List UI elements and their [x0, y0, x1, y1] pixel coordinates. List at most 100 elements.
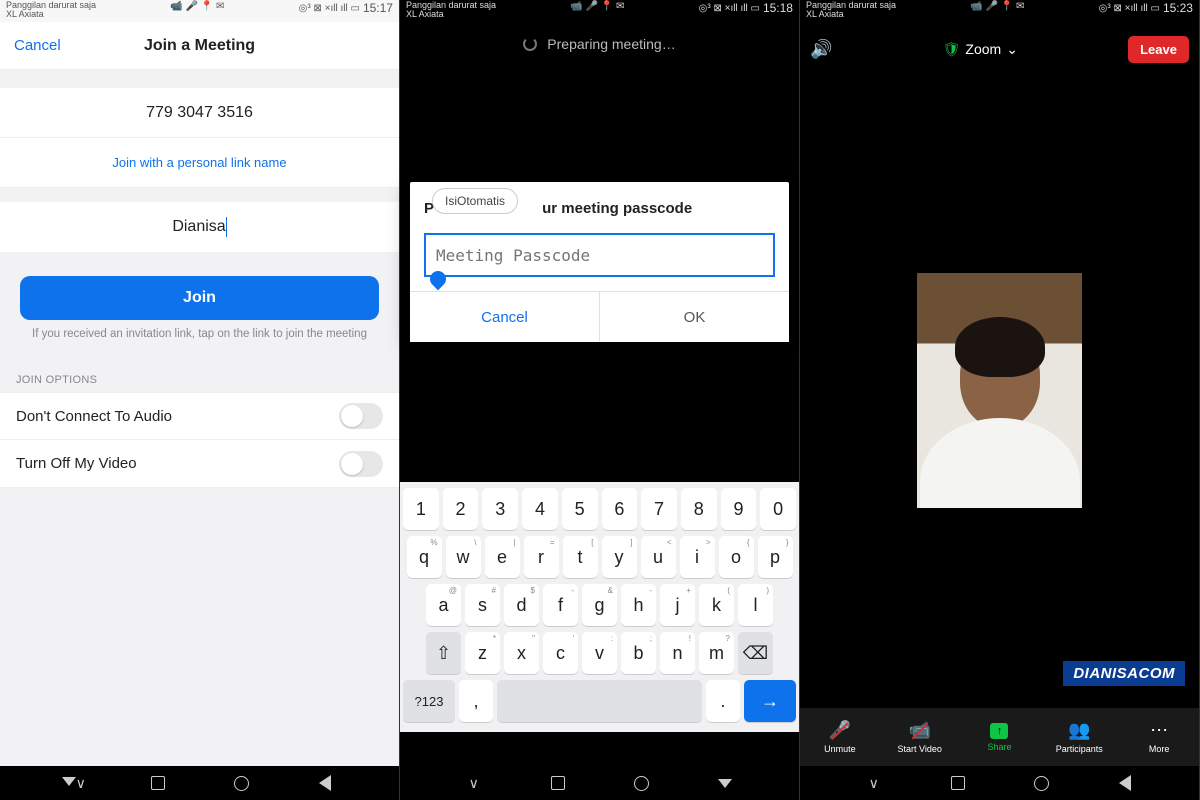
- join-header: Cancel Join a Meeting: [0, 22, 399, 70]
- key-w[interactable]: w\: [446, 536, 481, 578]
- option-no-audio[interactable]: Don't Connect To Audio: [0, 392, 399, 440]
- start-video-button[interactable]: 📹 Start Video: [880, 708, 960, 766]
- key-3[interactable]: 3: [482, 488, 518, 530]
- autofill-chip[interactable]: IsiOtomatis: [432, 188, 518, 214]
- key-4[interactable]: 4: [522, 488, 558, 530]
- unmute-button[interactable]: 🎤 Unmute: [800, 708, 880, 766]
- meeting-toolbar: 🎤 Unmute 📹 Start Video ↑ Share 👥 Partici…: [800, 708, 1199, 766]
- key-z[interactable]: z*: [465, 632, 500, 674]
- speaker-icon[interactable]: 🔊: [810, 39, 832, 60]
- key-p[interactable]: p}: [758, 536, 793, 578]
- more-button[interactable]: ⋯ More: [1119, 708, 1199, 766]
- key-o[interactable]: o{: [719, 536, 754, 578]
- key-l[interactable]: l): [738, 584, 773, 626]
- key-d[interactable]: d$: [504, 584, 539, 626]
- key-7[interactable]: 7: [641, 488, 677, 530]
- key-space[interactable]: [497, 680, 702, 722]
- key-v[interactable]: v:: [582, 632, 617, 674]
- key-q[interactable]: q%: [407, 536, 442, 578]
- personal-link-button[interactable]: Join with a personal link name: [0, 138, 399, 188]
- nav-back-icon[interactable]: [715, 773, 735, 793]
- key-s[interactable]: s#: [465, 584, 500, 626]
- key-9[interactable]: 9: [721, 488, 757, 530]
- nav-recents-icon[interactable]: [948, 773, 968, 793]
- participants-button[interactable]: 👥 Participants: [1039, 708, 1119, 766]
- key-e[interactable]: e|: [485, 536, 520, 578]
- key-k[interactable]: k(: [699, 584, 734, 626]
- key-y[interactable]: y]: [602, 536, 637, 578]
- chevron-down-icon: ⌄: [1006, 41, 1018, 58]
- display-name-field[interactable]: Dianisa: [0, 202, 399, 252]
- android-navbar: ∨: [400, 766, 799, 800]
- key-b[interactable]: b;: [621, 632, 656, 674]
- page-title: Join a Meeting: [144, 37, 255, 55]
- key-shift[interactable]: ⇧: [426, 632, 461, 674]
- passcode-dialog: P lease enter yo ur meeting passcode Isi…: [410, 182, 789, 342]
- key-g[interactable]: g&: [582, 584, 617, 626]
- key-6[interactable]: 6: [602, 488, 638, 530]
- nav-dropdown-icon[interactable]: ∨: [64, 773, 84, 793]
- share-button[interactable]: ↑ Share: [960, 708, 1040, 766]
- nav-recents-icon[interactable]: [548, 773, 568, 793]
- key-j[interactable]: j+: [660, 584, 695, 626]
- screenshot-2: Panggilan darurat saja XL Axiata 📹 🎤 📍 ✉…: [400, 0, 800, 800]
- status-left-icons: 📹 🎤 📍 ✉: [170, 1, 224, 12]
- meeting-id-field[interactable]: 779 3047 3516: [0, 88, 399, 138]
- key-i[interactable]: i>: [680, 536, 715, 578]
- passcode-input[interactable]: [424, 233, 775, 277]
- dialog-ok-button[interactable]: OK: [600, 292, 789, 342]
- toggle-no-video[interactable]: [339, 451, 383, 477]
- nav-home-icon[interactable]: [231, 773, 251, 793]
- key-t[interactable]: t[: [563, 536, 598, 578]
- key-x[interactable]: x": [504, 632, 539, 674]
- key-backspace[interactable]: ⌫: [738, 632, 773, 674]
- nav-back-icon[interactable]: [315, 773, 335, 793]
- soft-keyboard: 1234567890 q%w\e|r=t[y]u<i>o{p} a@s#d$f-…: [400, 482, 799, 732]
- key-enter[interactable]: →: [744, 680, 796, 722]
- android-navbar: ∨: [800, 766, 1199, 800]
- key-c[interactable]: c': [543, 632, 578, 674]
- nav-home-icon[interactable]: [1031, 773, 1051, 793]
- status-right-icons: ◎³ ⊠ ×ıll ıll ▭: [299, 3, 360, 14]
- key-h[interactable]: h-: [621, 584, 656, 626]
- key-1[interactable]: 1: [403, 488, 439, 530]
- self-video-thumbnail[interactable]: [917, 273, 1082, 508]
- nav-home-icon[interactable]: [631, 773, 651, 793]
- option-no-video[interactable]: Turn Off My Video: [0, 440, 399, 488]
- key-2[interactable]: 2: [443, 488, 479, 530]
- video-area[interactable]: [800, 72, 1199, 708]
- key-symbols[interactable]: ?123: [403, 680, 455, 722]
- leave-button[interactable]: Leave: [1128, 36, 1189, 63]
- more-icon: ⋯: [1150, 720, 1168, 741]
- nav-dropdown-icon[interactable]: ∨: [864, 773, 884, 793]
- participants-icon: 👥: [1068, 720, 1090, 741]
- key-n[interactable]: n!: [660, 632, 695, 674]
- toggle-no-audio[interactable]: [339, 403, 383, 429]
- key-m[interactable]: m?: [699, 632, 734, 674]
- nav-recents-icon[interactable]: [148, 773, 168, 793]
- status-time: 15:17: [363, 1, 393, 15]
- key-5[interactable]: 5: [562, 488, 598, 530]
- nav-back-icon[interactable]: [1115, 773, 1135, 793]
- spinner-icon: [523, 37, 537, 51]
- share-screen-icon: ↑: [990, 723, 1008, 739]
- key-a[interactable]: a@: [426, 584, 461, 626]
- key-comma[interactable]: ,: [459, 680, 493, 722]
- status-bar: Panggilan darurat saja XL Axiata 📹 🎤 📍 ✉…: [0, 0, 399, 22]
- status-bar: Panggilan darurat saja XL Axiata 📹 🎤 📍 ✉…: [800, 0, 1199, 22]
- key-0[interactable]: 0: [760, 488, 796, 530]
- key-u[interactable]: u<: [641, 536, 676, 578]
- key-8[interactable]: 8: [681, 488, 717, 530]
- key-r[interactable]: r=: [524, 536, 559, 578]
- join-button[interactable]: Join: [20, 276, 379, 320]
- nav-dropdown-icon[interactable]: ∨: [464, 773, 484, 793]
- text-cursor: [226, 217, 227, 237]
- cancel-button[interactable]: Cancel: [14, 37, 61, 54]
- key-period[interactable]: .: [706, 680, 740, 722]
- microphone-muted-icon: 🎤: [829, 720, 851, 741]
- dialog-cancel-button[interactable]: Cancel: [410, 292, 600, 342]
- zoom-title-dropdown[interactable]: 🛡 Zoom ⌄: [943, 41, 1018, 58]
- watermark-label: DIANISACOM: [1063, 661, 1185, 686]
- join-hint: If you received an invitation link, tap …: [0, 328, 399, 360]
- key-f[interactable]: f-: [543, 584, 578, 626]
